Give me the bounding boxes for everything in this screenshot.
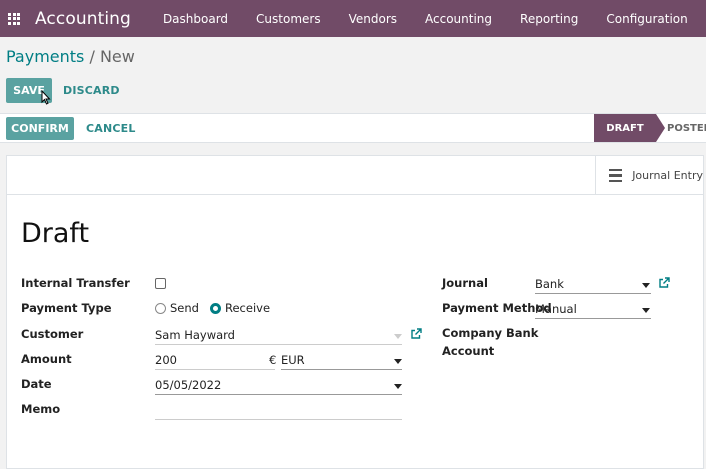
payment-method-select[interactable]: Manual [535,302,577,316]
stage-posted[interactable]: POSTED [667,114,706,142]
amount-field-underline [155,369,275,370]
form-sheet: Journal Entry Draft Internal Transfer Pa… [6,155,704,469]
company-bank-account-label-line2: Account [442,344,495,358]
date-label: Date [21,377,52,391]
journal-label: Journal [442,276,488,290]
date-field-underline [155,394,402,395]
currency-dropdown-caret[interactable] [394,359,402,364]
payment-type-receive-label[interactable]: Receive [225,301,270,315]
breadcrumb: Payments / New [6,47,135,66]
payment-type-label: Payment Type [21,301,112,315]
customer-dropdown-caret[interactable] [394,334,402,339]
date-input[interactable]: 05/05/2022 [155,378,221,392]
stage-draft-arrow [656,114,665,142]
stage-draft[interactable]: DRAFT [594,114,656,142]
payment-method-dropdown-caret[interactable] [642,308,650,313]
journal-select[interactable]: Bank [535,277,564,291]
internal-transfer-checkbox[interactable] [155,278,166,289]
menu-configuration[interactable]: Configuration [592,0,701,37]
payment-type-send-label[interactable]: Send [170,301,199,315]
confirm-button[interactable]: CONFIRM [6,117,74,140]
journal-dropdown-caret[interactable] [642,283,650,288]
payment-type-receive-radio[interactable] [210,303,221,314]
mouse-cursor-icon [41,90,51,105]
smart-button-box: Journal Entry [7,156,703,195]
status-bar: CONFIRM CANCEL DRAFT POSTED [0,113,706,143]
menu-dashboard[interactable]: Dashboard [149,0,242,37]
menu-vendors[interactable]: Vendors [335,0,411,37]
currency-symbol: € [269,353,277,367]
customer-label: Customer [21,327,84,341]
customer-external-link-icon[interactable] [410,328,422,340]
amount-input[interactable]: 200 [155,353,177,367]
journal-entry-button[interactable]: Journal Entry [595,156,703,195]
payment-method-field-underline [535,318,651,319]
currency-field-underline [281,369,402,370]
breadcrumb-current: New [99,47,135,66]
journal-entry-label: Journal Entry [632,169,703,182]
internal-transfer-label: Internal Transfer [21,276,130,290]
menu-reporting[interactable]: Reporting [506,0,592,37]
app-brand[interactable]: Accounting [35,9,131,29]
top-navbar: Accounting Dashboard Customers Vendors A… [0,0,706,37]
currency-select[interactable]: EUR [281,353,305,367]
customer-field-underline [155,344,402,345]
journal-external-link-icon[interactable] [658,277,670,289]
menu-accounting[interactable]: Accounting [411,0,506,37]
cancel-button[interactable]: CANCEL [86,122,136,135]
apps-menu-icon[interactable] [1,0,27,37]
journal-field-underline [535,293,651,294]
memo-field-underline [155,419,402,420]
breadcrumb-separator: / [84,47,100,66]
bars-icon [609,166,623,186]
discard-button[interactable]: DISCARD [63,84,120,97]
payment-type-send-radio[interactable] [155,303,166,314]
date-dropdown-caret[interactable] [394,384,402,389]
amount-label: Amount [21,352,72,366]
breadcrumb-payments-link[interactable]: Payments [6,47,84,66]
memo-label: Memo [21,402,61,416]
company-bank-account-label-line1: Company Bank [442,326,539,340]
menu-customers[interactable]: Customers [242,0,335,37]
customer-input[interactable]: Sam Hayward [155,328,235,342]
form-title: Draft [21,218,90,249]
